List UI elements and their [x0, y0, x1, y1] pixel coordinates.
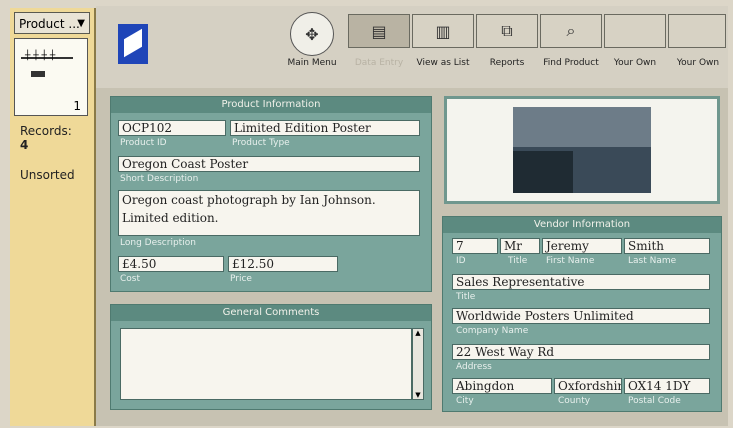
app-logo: [118, 24, 148, 64]
data-entry-button[interactable]: ▤: [348, 14, 410, 48]
view-as-list-button[interactable]: ▥: [412, 14, 474, 48]
long-description-field[interactable]: Oregon coast photograph by Ian Johnson. …: [118, 190, 420, 236]
your-own-button-1[interactable]: [604, 14, 666, 48]
book-page-number: 1: [73, 99, 81, 113]
general-comments-title: General Comments: [111, 305, 431, 321]
book-ticks-icon: ┼ ┼ ┼ ┼: [25, 51, 56, 61]
vendor-county-field[interactable]: Oxfordshire: [554, 378, 622, 394]
vendor-first-name-label: First Name: [546, 256, 595, 266]
comments-scrollbar[interactable]: ▲ ▼: [412, 328, 424, 400]
record-book[interactable]: ┼ ┼ ┼ ┼ 1: [14, 38, 88, 116]
data-entry-label: Data Entry: [354, 58, 404, 68]
vendor-postcode-field[interactable]: OX14 1DY: [624, 378, 710, 394]
general-comments-field[interactable]: [120, 328, 412, 400]
vendor-address-field[interactable]: 22 West Way Rd: [452, 344, 710, 360]
vendor-last-name-field[interactable]: Smith: [624, 238, 710, 254]
layout-dropdown[interactable]: Product ... ▼: [14, 12, 90, 34]
reports-label: Reports: [489, 58, 525, 68]
vendor-city-field[interactable]: Abingdon: [452, 378, 552, 394]
price-field[interactable]: £12.50: [228, 256, 338, 272]
magnifier-icon: ⌕: [566, 21, 576, 40]
vendor-id-field[interactable]: 7: [452, 238, 498, 254]
main-menu-icon: ✥: [305, 24, 319, 44]
main-menu-button[interactable]: ✥: [290, 12, 334, 56]
short-description-field[interactable]: Oregon Coast Poster: [118, 156, 420, 172]
data-entry-icon: ▤: [371, 21, 387, 41]
vendor-city-label: City: [456, 396, 474, 406]
scroll-down-icon[interactable]: ▼: [413, 391, 423, 399]
view-as-list-label: View as List: [416, 58, 470, 68]
vendor-id-label: ID: [456, 256, 466, 266]
vendor-job-title-field[interactable]: Sales Representative: [452, 274, 710, 290]
vendor-title-prefix-label: Title: [508, 256, 528, 266]
sort-status: Unsorted: [20, 168, 75, 182]
book-slider-icon[interactable]: [31, 71, 45, 77]
records-count: 4: [20, 138, 29, 152]
your-own-button-2[interactable]: [668, 14, 726, 48]
list-icon: ▥: [435, 21, 451, 41]
vendor-info-title: Vendor Information: [443, 217, 721, 233]
find-product-label: Find Product: [543, 58, 599, 68]
vendor-title-prefix-field[interactable]: Mr: [500, 238, 540, 254]
reports-icon: ⧉: [501, 21, 513, 40]
vendor-company-label: Company Name: [456, 326, 529, 336]
records-label: Records:: [20, 124, 72, 138]
product-info-title: Product Information: [111, 97, 431, 113]
long-description-label: Long Description: [120, 238, 196, 248]
vendor-job-title-label: Title: [456, 292, 476, 302]
main-menu-label: Main Menu: [287, 58, 337, 68]
vendor-postcode-label: Postal Code: [628, 396, 681, 406]
logo-mark-icon: [124, 28, 142, 58]
find-product-button[interactable]: ⌕: [540, 14, 602, 48]
product-photo: [513, 107, 651, 193]
your-own-label-1: Your Own: [613, 58, 657, 68]
product-type-field[interactable]: Limited Edition Poster: [230, 120, 420, 136]
product-image-frame: [444, 96, 720, 204]
vendor-last-name-label: Last Name: [628, 256, 677, 266]
cost-label: Cost: [120, 274, 141, 284]
product-id-label: Product ID: [120, 138, 167, 148]
reports-button[interactable]: ⧉: [476, 14, 538, 48]
chevron-down-icon: ▼: [77, 18, 85, 29]
product-type-label: Product Type: [232, 138, 290, 148]
vendor-address-label: Address: [456, 362, 492, 372]
photo-rocks: [513, 151, 573, 193]
product-id-field[interactable]: OCP102: [118, 120, 226, 136]
layout-dropdown-value: Product ...: [19, 17, 80, 31]
price-label: Price: [230, 274, 252, 284]
vendor-company-field[interactable]: Worldwide Posters Unlimited: [452, 308, 710, 324]
scroll-up-icon[interactable]: ▲: [413, 329, 423, 337]
vendor-first-name-field[interactable]: Jeremy: [542, 238, 622, 254]
cost-field[interactable]: £4.50: [118, 256, 224, 272]
vendor-county-label: County: [558, 396, 591, 406]
your-own-label-2: Your Own: [676, 58, 720, 68]
short-description-label: Short Description: [120, 174, 199, 184]
photo-sky: [513, 107, 651, 147]
